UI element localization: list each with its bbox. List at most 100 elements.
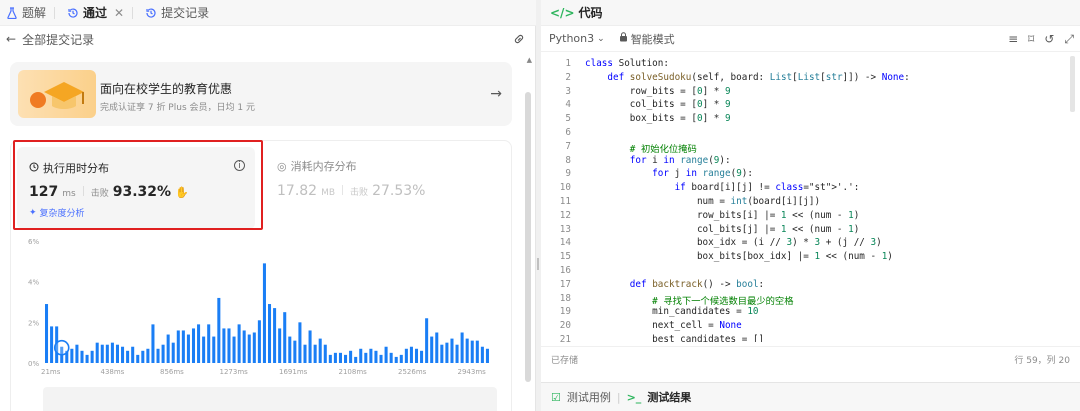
code-line[interactable]: 18 # 寻找下一个候选数目最少的空格: [541, 293, 1080, 307]
bookmark-icon[interactable]: ⌑: [1028, 32, 1034, 47]
chart-bar[interactable]: [95, 342, 99, 363]
format-icon[interactable]: ≡: [1008, 32, 1018, 47]
code-line[interactable]: 13 col_bits[j] |= 1 << (num - 1): [541, 224, 1080, 238]
code-line[interactable]: 1 class Solution:: [541, 58, 1080, 72]
chart-bar[interactable]: [475, 340, 479, 363]
code-line[interactable]: 20 next_cell = None: [541, 320, 1080, 334]
chart-bar[interactable]: [364, 352, 368, 363]
code-line[interactable]: 4 col_bits = [0] * 9: [541, 99, 1080, 113]
reset-icon[interactable]: ↺: [1044, 32, 1054, 47]
code-line[interactable]: 7 # 初始化位掩码: [541, 141, 1080, 155]
chart-bar[interactable]: [354, 356, 358, 363]
tab-solutions[interactable]: 题解: [0, 0, 61, 26]
chart-bar[interactable]: [465, 338, 469, 363]
chart-bar[interactable]: [409, 346, 413, 363]
chart-bar[interactable]: [349, 350, 353, 363]
chart-bar[interactable]: [394, 356, 398, 363]
language-select[interactable]: Python3 ⌄: [549, 32, 605, 45]
chart-bar[interactable]: [414, 348, 419, 363]
code-line[interactable]: 21 best_candidates = []: [541, 334, 1080, 342]
chart-bar[interactable]: [399, 354, 403, 363]
code-line[interactable]: 5 box_bits = [0] * 9: [541, 113, 1080, 127]
tab-test-results[interactable]: 测试结果: [647, 389, 691, 405]
chart-bar[interactable]: [100, 344, 104, 363]
code-editor[interactable]: 1 class Solution: 2 def solveSudoku(self, …: [541, 56, 1080, 342]
chart-bar[interactable]: [262, 263, 266, 363]
code-line[interactable]: 2 def solveSudoku(self, board: List[List…: [541, 72, 1080, 86]
chart-bar[interactable]: [212, 336, 216, 363]
chart-bar[interactable]: [293, 340, 297, 363]
chart-bar[interactable]: [374, 350, 378, 363]
chart-bar[interactable]: [247, 334, 251, 363]
chart-bar[interactable]: [440, 344, 444, 363]
arrow-right-icon[interactable]: →: [490, 86, 502, 102]
chart-bar[interactable]: [445, 342, 449, 363]
tab-testcases[interactable]: 测试用例: [567, 389, 611, 405]
scroll-up-icon[interactable]: ▲: [527, 56, 532, 64]
code-line[interactable]: 12 row_bits[i] |= 1 << (num - 1): [541, 210, 1080, 224]
code-line[interactable]: 9 for j in range(9):: [541, 168, 1080, 182]
chart-bar[interactable]: [313, 344, 317, 363]
chart-bar[interactable]: [268, 304, 272, 363]
chart-bar[interactable]: [308, 330, 312, 363]
chart-bar[interactable]: [344, 354, 348, 363]
chart-bar[interactable]: [126, 350, 130, 363]
chart-bar[interactable]: [75, 344, 79, 363]
share-link-icon[interactable]: [512, 32, 526, 49]
code-line[interactable]: 16: [541, 265, 1080, 279]
chart-bar[interactable]: [131, 346, 135, 363]
chart-bar[interactable]: [384, 346, 388, 363]
back-arrow-icon[interactable]: ←: [6, 32, 16, 46]
chart-bar[interactable]: [470, 340, 474, 363]
chart-bar[interactable]: [338, 352, 342, 363]
chart-bar[interactable]: [207, 324, 211, 363]
chart-bar[interactable]: [227, 328, 231, 363]
chart-bar[interactable]: [242, 330, 246, 363]
code-line[interactable]: 6: [541, 127, 1080, 141]
chart-bar[interactable]: [379, 354, 383, 363]
chart-bar[interactable]: [90, 350, 94, 363]
code-line[interactable]: 8 for i in range(9):: [541, 155, 1080, 169]
chart-bar[interactable]: [136, 354, 140, 363]
chart-bar[interactable]: [425, 318, 429, 363]
splitter-grip[interactable]: [537, 258, 539, 270]
chart-bar[interactable]: [450, 338, 454, 363]
chart-bar[interactable]: [176, 330, 180, 363]
code-line[interactable]: 19 min_candidates = 10: [541, 306, 1080, 320]
chart-bar[interactable]: [303, 344, 307, 363]
education-promo-banner[interactable]: 面向在校学生的教育优惠 完成认证享 7 折 Plus 会员，日均 1 元 →: [10, 62, 512, 126]
tab-submissions[interactable]: 提交记录: [139, 0, 215, 26]
mode-indicator[interactable]: 智能模式: [619, 31, 675, 47]
chart-bar[interactable]: [151, 324, 155, 363]
tab-accepted[interactable]: 通过 ✕: [61, 0, 139, 26]
submission-detail-scroll[interactable]: 面向在校学生的教育优惠 完成认证享 7 折 Plus 会员，日均 1 元 → 执…: [0, 52, 522, 411]
chart-bar[interactable]: [435, 332, 439, 364]
chart-bar[interactable]: [273, 308, 277, 363]
all-submissions-link[interactable]: 全部提交记录: [22, 31, 94, 48]
code-scrollbar[interactable]: [1070, 56, 1075, 112]
chart-bar[interactable]: [115, 344, 119, 363]
chart-bar[interactable]: [105, 344, 109, 363]
close-icon[interactable]: ✕: [114, 6, 124, 20]
chart-bar[interactable]: [171, 342, 175, 363]
chart-bar[interactable]: [288, 336, 292, 363]
chart-bar[interactable]: [237, 324, 241, 363]
chart-bar[interactable]: [257, 320, 261, 363]
chart-bar[interactable]: [121, 346, 125, 363]
chart-bar[interactable]: [217, 297, 221, 363]
chart-bar[interactable]: [369, 348, 373, 363]
chart-bar[interactable]: [460, 332, 464, 364]
fullscreen-icon[interactable]: ⤢: [1064, 32, 1074, 47]
code-line[interactable]: 17 def backtrack() -> bool:: [541, 279, 1080, 293]
chart-bar[interactable]: [359, 348, 363, 363]
chart-bar[interactable]: [480, 346, 484, 363]
chart-bar[interactable]: [161, 344, 165, 363]
code-line[interactable]: 10 if board[i][j] != class="st">'.':: [541, 182, 1080, 196]
chart-bar[interactable]: [202, 336, 206, 363]
chart-bar[interactable]: [232, 336, 236, 363]
chart-bar[interactable]: [420, 350, 424, 363]
chart-overview-strip[interactable]: [43, 387, 497, 411]
code-tab[interactable]: </> 代码: [541, 0, 1080, 26]
chart-bar[interactable]: [80, 350, 84, 363]
chart-bar[interactable]: [70, 348, 74, 363]
